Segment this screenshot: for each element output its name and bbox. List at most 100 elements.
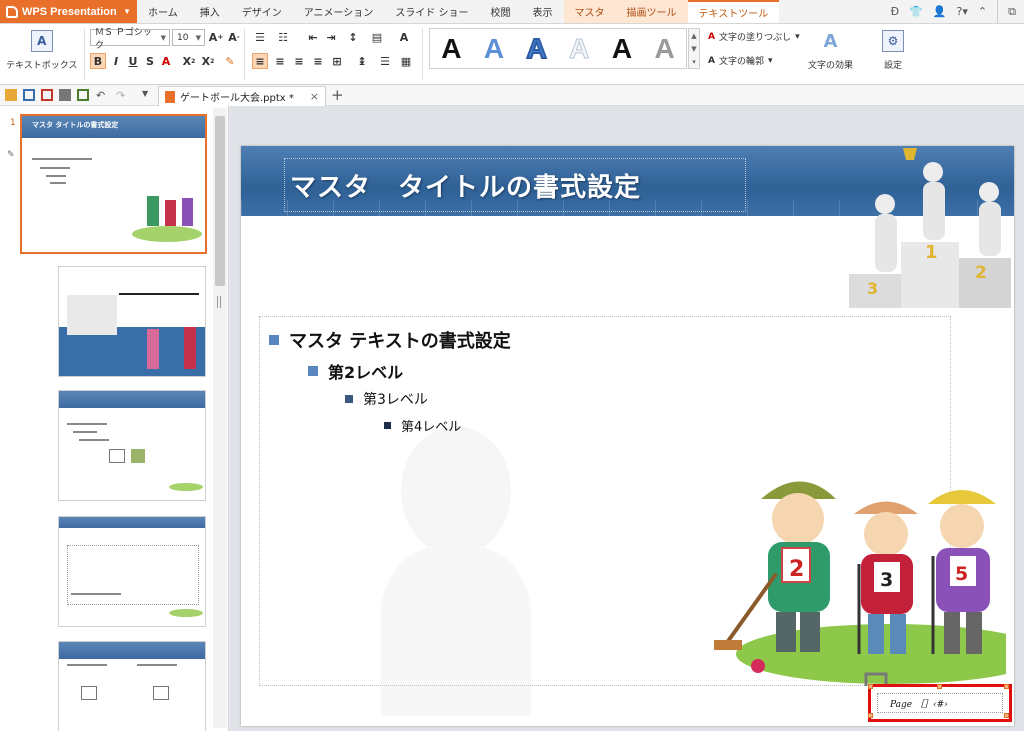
- export-pdf-icon[interactable]: [41, 89, 53, 101]
- slide-master[interactable]: マスタ タイトルの書式設定 1 2 3 マスタ テキストの書式設定 第2レベル …: [241, 146, 1014, 726]
- tab-home[interactable]: ホーム: [137, 0, 189, 23]
- title-placeholder[interactable]: マスタ タイトルの書式設定: [284, 158, 746, 212]
- bold-button[interactable]: B: [90, 53, 106, 69]
- customize-caret-icon[interactable]: ▼: [142, 89, 154, 101]
- text-effect-button[interactable]: A 文字の効果: [808, 30, 853, 72]
- strikethrough-button[interactable]: S: [142, 53, 158, 69]
- tab-review[interactable]: 校閲: [480, 0, 522, 23]
- skin-icon[interactable]: Ð: [891, 5, 900, 18]
- new-tab-icon[interactable]: +: [331, 86, 344, 104]
- distribute-button[interactable]: ⊞: [329, 53, 345, 69]
- resize-handle[interactable]: [1004, 713, 1009, 718]
- divider: [422, 28, 423, 80]
- text-style-bold-black[interactable]: A: [612, 34, 632, 63]
- page-number-placeholder[interactable]: Page ［］‹#›: [868, 684, 1012, 722]
- thumbnail-layout-two-content[interactable]: [58, 641, 206, 731]
- collapse-ribbon-icon[interactable]: ⌃: [978, 5, 987, 18]
- thumbnail-scrollbar[interactable]: [213, 108, 227, 728]
- undo-icon[interactable]: ↶: [96, 89, 108, 102]
- text-fill-button[interactable]: A 文字の塗りつぶし ▾: [708, 30, 800, 44]
- bullet-level-1: マスタ テキストの書式設定: [269, 327, 511, 353]
- align-left-button[interactable]: ≡: [252, 53, 268, 69]
- chevron-down-icon: ▾: [767, 55, 773, 66]
- shrink-font-icon[interactable]: A-: [226, 29, 242, 45]
- print-icon[interactable]: [59, 89, 71, 101]
- close-tab-icon[interactable]: ×: [310, 90, 319, 103]
- underline-button[interactable]: U: [125, 53, 141, 69]
- app-menu-button[interactable]: WPS Presentation ▼: [0, 0, 137, 23]
- align-right-button[interactable]: ≡: [291, 53, 307, 69]
- save-icon[interactable]: [23, 89, 35, 101]
- numbering-icon[interactable]: ☷: [275, 29, 291, 45]
- textbox-button[interactable]: A テキストボックス: [6, 30, 77, 71]
- paragraph-spacing-icon[interactable]: ☰: [377, 53, 393, 69]
- tab-view[interactable]: 表示: [522, 0, 564, 23]
- tab-insert[interactable]: 挿入: [189, 0, 231, 23]
- settings-button[interactable]: ⚙ 設定: [882, 30, 904, 71]
- slide-thumbnail-panel: 1 ✎ マスタ タイトルの書式設定: [0, 106, 229, 731]
- gallery-scroll[interactable]: ▲ ▼ ▾: [688, 28, 700, 69]
- text-style-gray[interactable]: A: [654, 34, 674, 63]
- font-name-select[interactable]: ＭＳ Ｐゴシック ▼: [90, 28, 170, 51]
- columns-icon[interactable]: ▦: [398, 53, 414, 69]
- chevron-down-icon: ▼: [123, 7, 131, 16]
- resize-handle[interactable]: [1004, 684, 1009, 689]
- italic-button[interactable]: I: [108, 53, 124, 69]
- tab-design[interactable]: デザイン: [231, 0, 293, 23]
- gateball-players-illustration: 2 3 5: [714, 481, 1006, 686]
- text-style-black[interactable]: A: [441, 34, 461, 63]
- open-icon[interactable]: [5, 89, 17, 101]
- thumbnail-layout-content[interactable]: [58, 390, 206, 501]
- increase-indent-icon[interactable]: ⇥: [323, 29, 339, 45]
- align-center-button[interactable]: ≡: [272, 53, 288, 69]
- text-outline-icon: A: [708, 55, 715, 66]
- text-size-icon[interactable]: A: [396, 29, 412, 45]
- document-tab[interactable]: ゲートボール大会.pptx * ×: [158, 86, 326, 106]
- print-preview-icon[interactable]: [77, 89, 89, 101]
- align-text-icon[interactable]: ▤: [369, 29, 385, 45]
- chevron-down-icon: ▾: [795, 31, 800, 42]
- font-color-icon[interactable]: A: [158, 53, 174, 69]
- line-spacing-icon[interactable]: ↨: [354, 53, 370, 69]
- divider: [84, 28, 85, 80]
- shirt-icon[interactable]: 👕: [909, 5, 923, 18]
- font-size-select[interactable]: 10 ▼: [172, 29, 205, 46]
- grow-font-icon[interactable]: A +: [208, 29, 224, 45]
- text-direction-icon[interactable]: ↕: [345, 29, 361, 45]
- redo-icon[interactable]: ↷: [116, 89, 128, 102]
- text-outline-button[interactable]: A 文字の輪郭 ▾: [708, 54, 773, 68]
- decrease-indent-icon[interactable]: ⇤: [305, 29, 321, 45]
- thumbnail-master[interactable]: マスタ タイトルの書式設定: [20, 114, 207, 254]
- thumbnail-layout-title[interactable]: [58, 266, 206, 377]
- text-outline-label: 文字の輪郭: [718, 57, 764, 67]
- resize-handle[interactable]: [937, 684, 942, 689]
- subscript-icon[interactable]: X2: [200, 53, 216, 69]
- tab-animation[interactable]: アニメーション: [293, 0, 385, 23]
- tab-drawing-tools[interactable]: 描画ツール: [615, 0, 688, 23]
- text-fill-icon: A: [708, 31, 715, 42]
- justify-button[interactable]: ≡: [310, 53, 326, 69]
- settings-icon: ⚙: [882, 30, 904, 52]
- tab-slideshow[interactable]: スライド ショー: [384, 0, 479, 23]
- resize-handle[interactable]: [868, 713, 873, 718]
- text-style-pale[interactable]: A: [569, 34, 590, 63]
- thumbnail-layout-section[interactable]: [58, 516, 206, 627]
- font-name-value: ＭＳ Ｐゴシック: [95, 27, 152, 51]
- text-style-outline-blue[interactable]: A: [526, 33, 548, 63]
- tab-text-tools[interactable]: テキストツール: [687, 0, 780, 23]
- tab-master[interactable]: マスタ: [563, 0, 616, 23]
- restore-icon[interactable]: ⧉: [1008, 5, 1016, 19]
- clear-format-icon[interactable]: ✎: [222, 53, 238, 69]
- text-style-blue[interactable]: A: [484, 34, 504, 63]
- scroll-thumb[interactable]: [215, 116, 225, 286]
- resize-handle[interactable]: [868, 684, 873, 689]
- bullets-icon[interactable]: ☰: [252, 29, 268, 45]
- superscript-icon[interactable]: X2: [181, 53, 197, 69]
- help-icon[interactable]: ?▾: [957, 5, 968, 18]
- slide-title: マスタ タイトルの書式設定: [290, 172, 642, 203]
- player-number-2: 2: [789, 557, 804, 582]
- pin-icon[interactable]: ✎: [7, 150, 15, 160]
- thumb-title: マスタ タイトルの書式設定: [32, 121, 119, 129]
- user-icon[interactable]: 👤: [933, 5, 947, 18]
- panel-splitter-handle[interactable]: [217, 296, 221, 308]
